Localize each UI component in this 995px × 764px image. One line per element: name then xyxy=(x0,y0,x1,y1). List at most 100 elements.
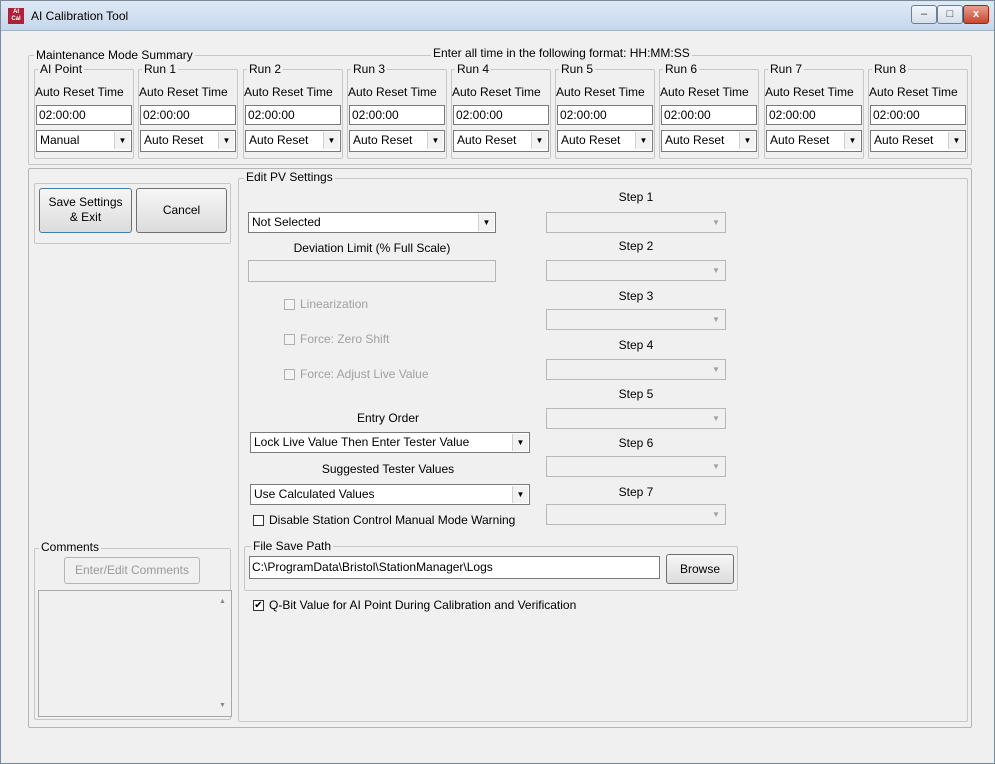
auto-reset-time-input[interactable]: 02:00:00 xyxy=(661,105,757,125)
chevron-down-icon: ▼ xyxy=(708,506,724,523)
pv-select-dropdown[interactable]: Not Selected ▼ xyxy=(248,212,496,233)
scroll-down-icon[interactable]: ▼ xyxy=(214,697,231,714)
auto-reset-time-label: Auto Reset Time xyxy=(765,85,854,99)
scroll-up-icon[interactable]: ▲ xyxy=(214,593,231,610)
auto-reset-time-label: Auto Reset Time xyxy=(139,85,228,99)
entry-order-dropdown[interactable]: Lock Live Value Then Enter Tester Value … xyxy=(250,432,530,453)
auto-reset-time-input[interactable]: 02:00:00 xyxy=(557,105,653,125)
step-dropdown[interactable]: ▼ xyxy=(546,309,726,330)
auto-reset-time-label: Auto Reset Time xyxy=(660,85,749,99)
chevron-down-icon: ▼ xyxy=(635,132,651,149)
chevron-down-icon: ▼ xyxy=(708,410,724,427)
reset-mode-dropdown[interactable]: Auto Reset ▼ xyxy=(245,130,341,152)
checkmark-icon: ✔ xyxy=(254,600,263,611)
time-format-note: Enter all time in the following format: … xyxy=(431,46,692,60)
step-label: Step 5 xyxy=(618,387,654,401)
suggested-tester-value: Use Calculated Values xyxy=(254,487,375,501)
chevron-down-icon: ▼ xyxy=(948,132,964,149)
minimize-button[interactable]: – xyxy=(911,5,937,24)
entry-order-value: Lock Live Value Then Enter Tester Value xyxy=(254,435,470,449)
maintenance-mode-legend: Maintenance Mode Summary xyxy=(34,48,195,62)
chevron-down-icon: ▼ xyxy=(708,361,724,378)
comments-text xyxy=(39,591,231,597)
window-title: AI Calibration Tool xyxy=(31,9,129,23)
qbit-checkbox[interactable]: ✔ xyxy=(253,600,264,611)
auto-reset-time-input[interactable]: 02:00:00 xyxy=(349,105,445,125)
maintenance-column-header: Run 4 xyxy=(455,62,492,76)
linearization-label: Linearization xyxy=(300,297,369,311)
reset-mode-dropdown[interactable]: Manual ▼ xyxy=(36,130,132,152)
reset-mode-dropdown[interactable]: Auto Reset ▼ xyxy=(661,130,757,152)
enter-edit-comments-button[interactable]: Enter/Edit Comments xyxy=(64,557,200,584)
auto-reset-time-input[interactable]: 02:00:00 xyxy=(453,105,549,125)
step-dropdown[interactable]: ▼ xyxy=(546,260,726,281)
step-dropdown[interactable]: ▼ xyxy=(546,456,726,477)
step-dropdown[interactable]: ▼ xyxy=(546,408,726,429)
maintenance-column-header: Run 2 xyxy=(247,62,284,76)
auto-reset-time-label: Auto Reset Time xyxy=(35,85,124,99)
auto-reset-time-input[interactable]: 02:00:00 xyxy=(140,105,236,125)
force-zero-shift-checkbox[interactable] xyxy=(284,334,295,345)
reset-mode-dropdown[interactable]: Auto Reset ▼ xyxy=(349,130,445,152)
qbit-label: Q-Bit Value for AI Point During Calibrat… xyxy=(269,598,577,612)
browse-button[interactable]: Browse xyxy=(666,554,734,584)
comments-scrollbar[interactable]: ▲ ▼ xyxy=(214,591,231,716)
title-bar[interactable]: AI Cal AI Calibration Tool – □ x xyxy=(1,1,994,31)
deviation-limit-input[interactable] xyxy=(248,260,496,282)
step-label: Step 7 xyxy=(618,485,654,499)
step-label: Step 4 xyxy=(618,338,654,352)
reset-mode-value: Auto Reset xyxy=(353,133,413,147)
reset-mode-dropdown[interactable]: Auto Reset ▼ xyxy=(140,130,236,152)
disable-warning-label: Disable Station Control Manual Mode Warn… xyxy=(269,513,516,527)
force-adjust-live-label: Force: Adjust Live Value xyxy=(300,367,429,381)
maintenance-column-header: Run 8 xyxy=(872,62,909,76)
step-dropdown[interactable]: ▼ xyxy=(546,504,726,525)
auto-reset-time-input[interactable]: 02:00:00 xyxy=(245,105,341,125)
chevron-down-icon: ▼ xyxy=(739,132,755,149)
auto-reset-time-label: Auto Reset Time xyxy=(556,85,645,99)
reset-mode-value: Auto Reset xyxy=(665,133,725,147)
reset-mode-dropdown[interactable]: Auto Reset ▼ xyxy=(453,130,549,152)
file-save-path-legend: File Save Path xyxy=(251,539,334,553)
auto-reset-time-label: Auto Reset Time xyxy=(452,85,541,99)
auto-reset-time-label: Auto Reset Time xyxy=(869,85,958,99)
force-adjust-live-checkbox[interactable] xyxy=(284,369,295,380)
chevron-down-icon: ▼ xyxy=(427,132,443,149)
step-label: Step 1 xyxy=(618,190,654,204)
maintenance-column-header: Run 7 xyxy=(768,62,805,76)
maintenance-column-header: Run 3 xyxy=(351,62,388,76)
linearization-checkbox[interactable] xyxy=(284,299,295,310)
comments-textarea[interactable]: ▲ ▼ xyxy=(38,590,232,717)
suggested-tester-label: Suggested Tester Values xyxy=(321,462,455,476)
force-zero-shift-label: Force: Zero Shift xyxy=(300,332,390,346)
reset-mode-dropdown[interactable]: Auto Reset ▼ xyxy=(766,130,862,152)
close-button[interactable]: x xyxy=(963,5,989,24)
step-label: Step 2 xyxy=(618,239,654,253)
reset-mode-value: Auto Reset xyxy=(144,133,204,147)
auto-reset-time-input[interactable]: 02:00:00 xyxy=(766,105,862,125)
entry-order-label: Entry Order xyxy=(356,411,419,425)
pv-select-value: Not Selected xyxy=(252,215,321,229)
reset-mode-dropdown[interactable]: Auto Reset ▼ xyxy=(870,130,966,152)
step-dropdown[interactable]: ▼ xyxy=(546,212,726,233)
disable-warning-checkbox[interactable] xyxy=(253,515,264,526)
suggested-tester-dropdown[interactable]: Use Calculated Values ▼ xyxy=(250,484,530,505)
main-window: AI Cal AI Calibration Tool – □ x Mainten… xyxy=(0,0,995,764)
save-settings-exit-button[interactable]: Save Settings & Exit xyxy=(39,188,132,233)
chevron-down-icon: ▼ xyxy=(512,434,528,451)
chevron-down-icon: ▼ xyxy=(708,214,724,231)
step-dropdown[interactable]: ▼ xyxy=(546,359,726,380)
chevron-down-icon: ▼ xyxy=(708,458,724,475)
reset-mode-dropdown[interactable]: Auto Reset ▼ xyxy=(557,130,653,152)
comments-legend: Comments xyxy=(39,540,102,554)
chevron-down-icon: ▼ xyxy=(531,132,547,149)
auto-reset-time-input[interactable]: 02:00:00 xyxy=(36,105,132,125)
cancel-button[interactable]: Cancel xyxy=(136,188,227,233)
auto-reset-time-input[interactable]: 02:00:00 xyxy=(870,105,966,125)
maximize-button[interactable]: □ xyxy=(937,5,963,24)
maintenance-column-header: AI Point xyxy=(38,62,85,76)
app-icon: AI Cal xyxy=(8,8,24,24)
file-save-path-input[interactable]: C:\ProgramData\Bristol\StationManager\Lo… xyxy=(249,556,660,579)
reset-mode-value: Auto Reset xyxy=(770,133,830,147)
edit-pv-settings-legend: Edit PV Settings xyxy=(244,170,335,184)
